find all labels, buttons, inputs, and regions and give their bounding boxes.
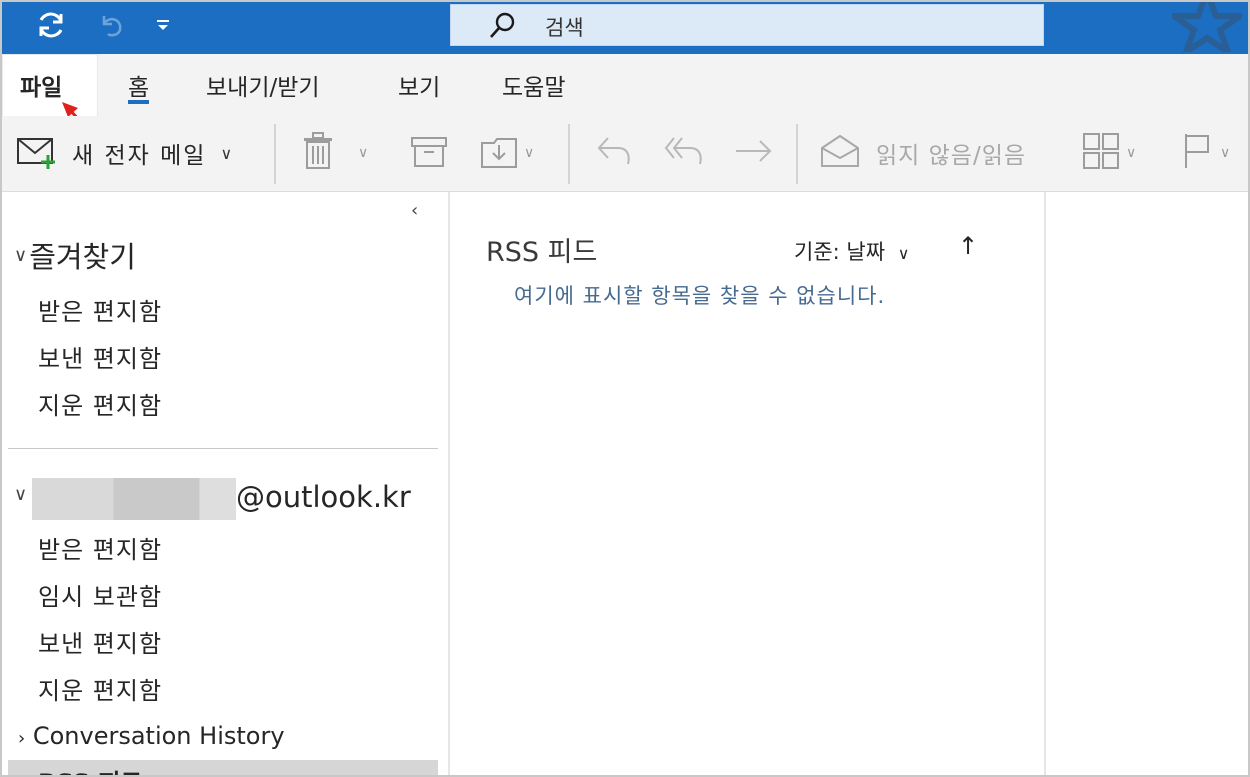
redacted-account-name [32,478,236,520]
move-dropdown-icon[interactable]: ∨ [524,145,534,161]
tab-help[interactable]: 도움말 [502,68,565,104]
rss-feed-folder[interactable]: RSS 피드 [8,760,438,775]
tab-home-label: 홈 [128,75,150,101]
account-email[interactable]: @outlook.kr [236,480,411,514]
outlook-window: 검색 파일 홈 보내기/받기 보기 도움말 새 전자 메일 ∨ ∨ ∨ 읽지 않… [0,0,1250,777]
delete-icon [302,132,334,174]
flag-button[interactable]: ∨ [1182,130,1230,176]
list-title: RSS 피드 [486,237,598,268]
chevron-down-icon: ∨ [14,244,28,266]
favorite-sent[interactable]: 보낸 편지함 [38,339,162,374]
pane-divider [8,448,438,449]
undo-icon[interactable] [94,6,128,44]
search-icon [487,11,517,45]
new-email-button[interactable]: 새 전자 메일 ∨ [16,130,232,176]
favorite-inbox[interactable]: 받은 편지함 [38,292,162,327]
sync-icon[interactable] [32,6,70,44]
archive-button[interactable] [410,130,448,176]
categorize-dropdown-icon[interactable]: ∨ [1126,145,1136,161]
ribbon-tab-row: 파일 홈 보내기/받기 보기 도움말 [2,54,1248,116]
archive-icon [410,134,448,172]
chevron-down-icon: ∨ [14,484,28,505]
tab-view[interactable]: 보기 [398,68,440,104]
categorize-icon [1082,132,1120,174]
new-mail-icon [16,133,58,173]
account-sent[interactable]: 보낸 편지함 [38,624,162,659]
reply-all-icon [664,134,704,172]
account-drafts[interactable]: 임시 보관함 [38,577,162,612]
favorites-title: 즐겨찾기 [29,240,136,274]
delete-button[interactable]: ∨ [302,130,368,176]
move-icon [480,133,518,173]
move-button[interactable]: ∨ [480,130,534,176]
chevron-right-icon: › [18,728,26,749]
favorites-header[interactable]: ∨ 즐겨찾기 [14,234,136,276]
tab-home-underline [128,100,150,104]
search-placeholder: 검색 [545,16,584,40]
flag-icon [1182,132,1214,174]
ribbon-toolbar: 새 전자 메일 ∨ ∨ ∨ 읽지 않음/읽음 ∨ ∨ [2,116,1248,192]
title-bar: 검색 [2,2,1248,60]
customize-qat-icon[interactable] [150,6,176,44]
tab-home[interactable]: 홈 [128,68,150,104]
ribbon-separator [796,124,798,184]
new-email-label: 새 전자 메일 [72,143,207,169]
forward-icon [734,136,774,170]
conversation-history-label: Conversation History [32,722,285,750]
envelope-open-icon [820,134,860,172]
sort-by-date-button[interactable]: 기준: 날짜 ∨ [794,236,909,266]
message-list-pane: RSS 피드 기준: 날짜 ∨ ↑ 여기에 표시할 항목을 찾을 수 없습니다. [448,192,1046,775]
tab-send-receive[interactable]: 보내기/받기 [206,68,320,104]
account-header-chevron[interactable]: ∨ [14,484,29,505]
reply-button[interactable] [596,130,634,176]
categorize-button[interactable]: ∨ [1082,130,1136,176]
search-box[interactable]: 검색 [450,4,1044,46]
reply-all-button[interactable] [664,130,704,176]
collapse-pane-icon[interactable]: ‹ [411,200,418,221]
rss-feed-label: RSS 피드 [38,763,143,775]
ribbon-separator [274,124,276,184]
favorite-deleted[interactable]: 지운 편지함 [38,386,162,421]
delete-dropdown-icon[interactable]: ∨ [358,145,368,161]
decorative-star-icon [1164,2,1248,60]
sort-label: 기준: 날짜 [794,240,886,264]
reply-icon [596,134,634,172]
chevron-down-icon[interactable]: ∨ [220,144,232,163]
empty-list-message: 여기에 표시할 항목을 찾을 수 없습니다. [514,284,886,308]
read-unread-button[interactable]: 읽지 않음/읽음 [820,130,1026,176]
tab-file-label: 파일 [20,75,63,101]
flag-dropdown-icon[interactable]: ∨ [1220,145,1230,161]
sort-direction-icon[interactable]: ↑ [958,232,978,260]
account-inbox[interactable]: 받은 편지함 [38,530,162,565]
account-deleted[interactable]: 지운 편지함 [38,671,162,706]
reading-pane [1048,192,1248,775]
folder-pane: ‹ ∨ 즐겨찾기 받은 편지함 보낸 편지함 지운 편지함 ∨ @outlook… [4,192,446,775]
conversation-history-folder[interactable]: › Conversation History [18,722,285,750]
forward-button[interactable] [734,130,774,176]
read-unread-label: 읽지 않음/읽음 [876,143,1027,169]
ribbon-separator [568,124,570,184]
chevron-down-icon: ∨ [897,244,910,263]
